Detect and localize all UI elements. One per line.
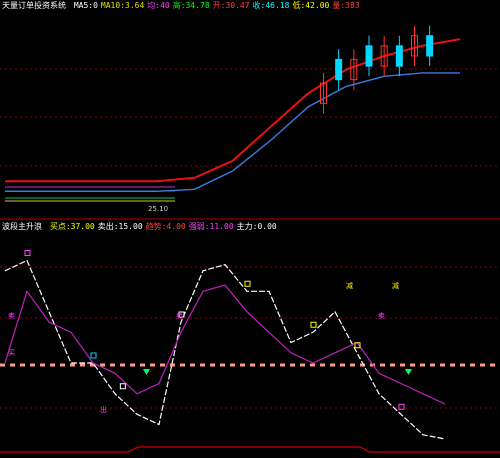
price-indicator-7: 量:383	[332, 1, 360, 10]
oscillator-indicator-4: 主力:0.00	[236, 222, 277, 231]
oscillator-marker-label-6: 减	[392, 281, 399, 290]
oscillator-marker-label-0: 卖	[8, 312, 15, 320]
oscillator-panel-header: 波段主升浪 买点:37.00 卖出:15.00 趋势:4.00 强弱:11.00 主力:…	[2, 221, 498, 232]
price-indicator-0: MA5:0	[73, 1, 98, 10]
oscillator-marker-label-2: 出	[100, 405, 107, 414]
candle-body	[395, 45, 403, 67]
oscillator-indicator-2: 趋势:4.00	[145, 222, 186, 231]
candle-body	[426, 35, 434, 57]
oscillator-marker-label-5: 减	[346, 281, 353, 290]
oscillator-marker-label-4: 卖	[378, 312, 385, 320]
candle-body	[365, 45, 373, 67]
price-low-label: 25.10	[148, 205, 168, 213]
oscillator-marker-label-1: 买	[8, 349, 15, 357]
oscillator-panel-title: 波段主升浪	[2, 222, 42, 231]
price-indicator-1: MA10:3.64	[100, 1, 145, 10]
oscillator-indicator-3: 强弱:11.00	[188, 222, 234, 231]
oscillator-marker-label-3: 卖	[176, 312, 183, 320]
price-indicator-3: 高:34.78	[172, 1, 210, 10]
oscillator-indicator-0: 买点:37.00	[49, 222, 95, 231]
candle-body	[335, 58, 343, 81]
oscillator-indicator-1: 卖出:15.00	[97, 222, 143, 231]
price-panel-title: 天量订单投资系统	[2, 1, 66, 10]
price-indicator-4: 开:30.47	[212, 1, 250, 10]
price-indicator-5: 收:46.18	[252, 1, 290, 10]
price-indicator-2: 均:40	[147, 1, 170, 10]
price-panel-header: 天量订单投资系统 MA5:0 MA10:3.64 均:40 高:34.78 开:30.4…	[2, 0, 498, 11]
price-indicator-6: 低:42.00	[292, 1, 330, 10]
